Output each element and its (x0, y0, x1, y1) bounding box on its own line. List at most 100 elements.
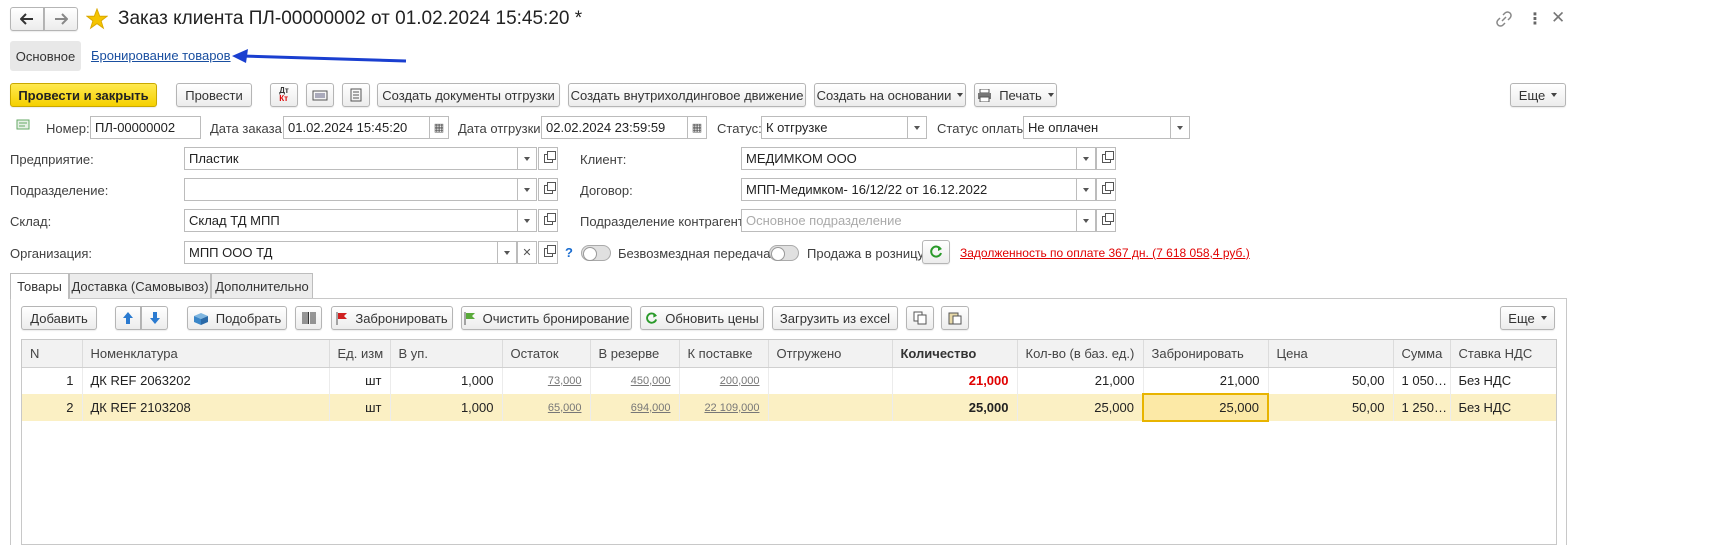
warehouse-dropdown-button[interactable] (517, 209, 537, 232)
cell-name[interactable]: ДК REF 2103208 (82, 394, 330, 421)
create-basis-button[interactable]: Создать на основании (814, 83, 966, 107)
reserve-button[interactable]: Забронировать (331, 306, 453, 330)
pick-button[interactable]: Подобрать (187, 306, 287, 330)
org-dropdown-button[interactable] (497, 241, 517, 264)
col-to-supply[interactable]: К поставке (679, 340, 769, 368)
cell-to-supply-link[interactable]: 22 109,000 (679, 394, 769, 421)
col-stock[interactable]: Остаток (502, 340, 591, 368)
refresh-button[interactable] (922, 240, 950, 264)
warehouse-open-button[interactable] (538, 209, 558, 232)
col-qty-base[interactable]: Кол-во (в баз. ед.) (1017, 340, 1144, 368)
client-open-button[interactable] (1096, 147, 1116, 170)
create-intra-button[interactable]: Создать внутрихолдинговое движение (568, 83, 806, 107)
cell-stock-link[interactable]: 73,000 (502, 367, 591, 394)
number-field[interactable]: ПЛ-00000002 (90, 116, 201, 139)
cell-vat[interactable]: Без НДС (1450, 367, 1556, 394)
link-icon[interactable] (1496, 11, 1512, 27)
pay-status-dropdown-button[interactable] (1170, 116, 1190, 139)
status-field[interactable]: К отгрузке (761, 116, 909, 139)
post-button[interactable]: Провести (176, 83, 252, 107)
col-unit[interactable]: Ед. изм (329, 340, 391, 368)
cell-qty-base[interactable]: 21,000 (1017, 367, 1144, 394)
menu-dots-icon[interactable]: ⋮ (1527, 9, 1543, 29)
cell-reserved-link[interactable]: 694,000 (590, 394, 680, 421)
structure-button[interactable] (342, 83, 370, 107)
col-pack[interactable]: В уп. (390, 340, 503, 368)
contract-field[interactable]: МПП-Медимком- 16/12/22 от 16.12.2022 (741, 178, 1078, 201)
division-open-button[interactable] (538, 178, 558, 201)
division-dropdown-button[interactable] (517, 178, 537, 201)
cell-stock-link[interactable]: 65,000 (502, 394, 591, 421)
cp-division-field[interactable]: Основное подразделение (741, 209, 1078, 232)
org-field[interactable]: МПП ООО ТД (184, 241, 499, 264)
create-shipping-button[interactable]: Создать документы отгрузки (377, 83, 560, 107)
report-button[interactable] (306, 83, 334, 107)
help-icon[interactable]: ? (565, 245, 573, 260)
order-date-field[interactable]: 01.02.2024 15:45:20 (283, 116, 431, 139)
cell-book[interactable]: 21,000 (1143, 367, 1269, 394)
close-icon[interactable]: ✕ (1551, 8, 1565, 28)
cell-name[interactable]: ДК REF 2063202 (82, 367, 330, 394)
order-date-calendar-button[interactable]: ▦ (429, 116, 449, 139)
nav-tab-main[interactable]: Основное (10, 41, 81, 71)
cell-price[interactable]: 50,00 (1268, 367, 1394, 394)
tab-delivery[interactable]: Доставка (Самовывоз) (69, 273, 211, 298)
division-field[interactable] (184, 178, 519, 201)
status-dropdown-button[interactable] (907, 116, 927, 139)
ship-date-calendar-button[interactable]: ▦ (687, 116, 707, 139)
cell-sum[interactable]: 1 250… (1393, 394, 1451, 421)
cp-division-open-button[interactable] (1096, 209, 1116, 232)
cell-price[interactable]: 50,00 (1268, 394, 1394, 421)
more-button[interactable]: Еще (1510, 83, 1566, 107)
client-field[interactable]: МЕДИМКОМ ООО (741, 147, 1078, 170)
cell-qty[interactable]: 21,000 (892, 367, 1018, 394)
back-button[interactable] (10, 7, 44, 31)
retail-sale-toggle[interactable] (769, 245, 799, 261)
cell-pack[interactable]: 1,000 (390, 394, 503, 421)
table-row[interactable]: 1 ДК REF 2063202 шт 1,000 73,000 450,000… (22, 367, 1556, 394)
cell-vat[interactable]: Без НДС (1450, 394, 1556, 421)
contract-open-button[interactable] (1096, 178, 1116, 201)
cell-book-editing[interactable]: 25,000 (1142, 393, 1269, 422)
cell-unit[interactable]: шт (329, 367, 391, 394)
forward-button[interactable] (44, 7, 78, 31)
tab-goods[interactable]: Товары (10, 273, 69, 299)
move-up-button[interactable] (115, 306, 141, 330)
star-icon[interactable] (86, 8, 108, 30)
col-name[interactable]: Номенклатура (82, 340, 330, 368)
col-book[interactable]: Забронировать (1143, 340, 1269, 368)
print-button[interactable]: Печать (974, 83, 1057, 107)
contract-dropdown-button[interactable] (1076, 178, 1096, 201)
col-sum[interactable]: Сумма (1393, 340, 1451, 368)
pay-status-field[interactable]: Не оплачен (1023, 116, 1172, 139)
client-dropdown-button[interactable] (1076, 147, 1096, 170)
org-clear-button[interactable]: ✕ (517, 241, 537, 264)
cp-division-dropdown-button[interactable] (1076, 209, 1096, 232)
cell-to-supply-link[interactable]: 200,000 (679, 367, 769, 394)
enterprise-dropdown-button[interactable] (517, 147, 537, 170)
load-excel-button[interactable]: Загрузить из excel (772, 306, 898, 330)
enterprise-field[interactable]: Пластик (184, 147, 519, 170)
table-row[interactable]: 2 ДК REF 2103208 шт 1,000 65,000 694,000… (22, 393, 1556, 422)
ship-date-field[interactable]: 02.02.2024 23:59:59 (541, 116, 689, 139)
col-reserved[interactable]: В резерве (590, 340, 680, 368)
warehouse-field[interactable]: Склад ТД МПП (184, 209, 519, 232)
cell-unit[interactable]: шт (329, 394, 391, 421)
cell-pack[interactable]: 1,000 (390, 367, 503, 394)
add-button[interactable]: Добавить (21, 306, 97, 330)
dt-kt-button[interactable]: Дт Кт (270, 83, 298, 107)
cell-qty[interactable]: 25,000 (892, 394, 1018, 421)
clear-reserve-button[interactable]: Очистить бронирование (461, 306, 632, 330)
org-open-button[interactable] (538, 241, 558, 264)
paste-button[interactable] (941, 306, 969, 330)
debt-link[interactable]: Задолженность по оплате 367 дн. (7 618 0… (960, 246, 1250, 260)
copy-button[interactable] (906, 306, 934, 330)
enterprise-open-button[interactable] (538, 147, 558, 170)
table-more-button[interactable]: Еще (1500, 306, 1555, 330)
nav-tab-booking[interactable]: Бронирование товаров (91, 48, 231, 63)
cell-qty-base[interactable]: 25,000 (1017, 394, 1144, 421)
free-transfer-toggle[interactable] (581, 245, 611, 261)
col-vat[interactable]: Ставка НДС (1450, 340, 1556, 368)
barcode-button[interactable] (295, 306, 322, 330)
cell-reserved-link[interactable]: 450,000 (590, 367, 680, 394)
